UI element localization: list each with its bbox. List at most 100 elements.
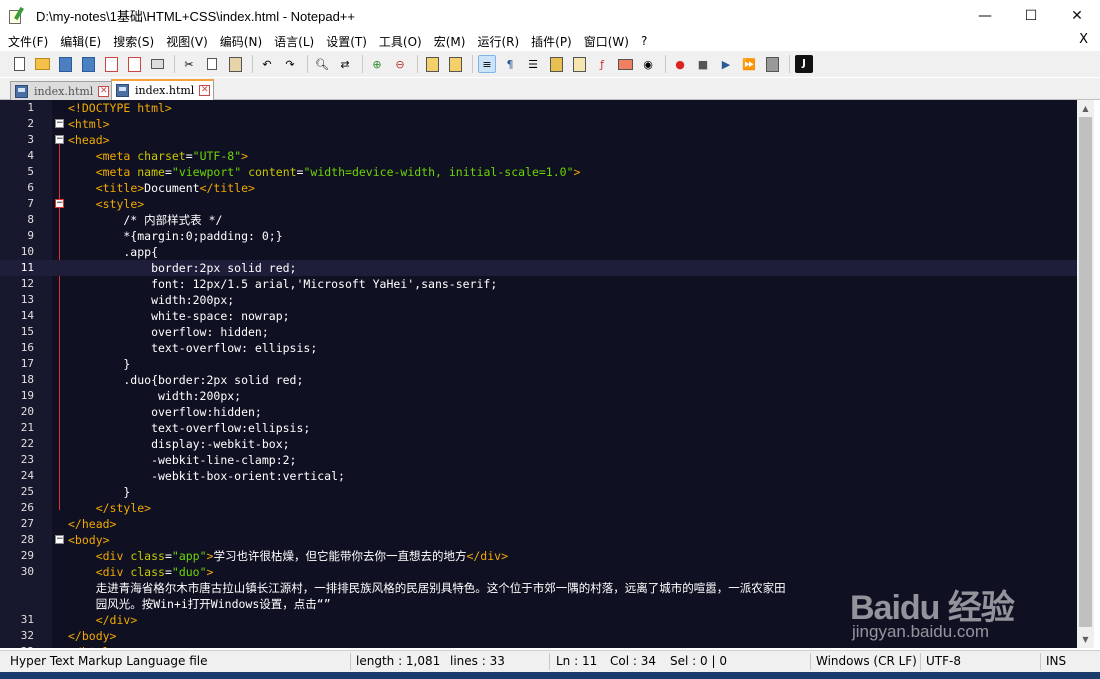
copy-icon[interactable] xyxy=(203,55,221,73)
close-button[interactable]: ✕ xyxy=(1054,0,1100,31)
undo-icon[interactable]: ↶ xyxy=(258,55,276,73)
code-line[interactable]: 31 </div> xyxy=(0,612,1077,628)
function-list-icon[interactable]: ƒ xyxy=(593,55,611,73)
code-line[interactable]: 8 /* 内部样式表 */ xyxy=(0,212,1077,228)
code-line[interactable]: 22 display:-webkit-box; xyxy=(0,436,1077,452)
play-macro-icon[interactable]: ▶ xyxy=(717,55,735,73)
code-line[interactable]: 10 .app{ xyxy=(0,244,1077,260)
code-line[interactable]: 18 .duo{border:2px solid red; xyxy=(0,372,1077,388)
monitor-icon[interactable]: ◉ xyxy=(639,55,657,73)
fold-toggle-icon[interactable]: − xyxy=(55,535,64,544)
code-line[interactable]: 26 </style> xyxy=(0,500,1077,516)
scrollbar-thumb[interactable] xyxy=(1079,117,1092,627)
menu-language[interactable]: 语言(L) xyxy=(274,33,314,50)
code-line[interactable]: 20 overflow:hidden; xyxy=(0,404,1077,420)
jslint-icon[interactable]: J xyxy=(795,55,813,73)
replace-icon[interactable]: ⇄ xyxy=(336,55,354,73)
code-line[interactable]: 32 </body> xyxy=(0,628,1077,644)
language-icon[interactable] xyxy=(547,55,565,73)
fold-toggle-icon[interactable]: − xyxy=(55,199,64,208)
record-macro-icon[interactable]: ● xyxy=(671,55,689,73)
close-file-icon[interactable] xyxy=(102,55,120,73)
code-line[interactable]: 6 <title>Document</title> xyxy=(0,180,1077,196)
code-line[interactable]: 30 <div class="duo"> xyxy=(0,564,1077,580)
fold-toggle-icon[interactable]: − xyxy=(55,135,64,144)
code-line[interactable]: 3 <head> xyxy=(0,132,1077,148)
fold-toggle-icon[interactable]: − xyxy=(55,119,64,128)
find-icon[interactable]: 🔍︎ xyxy=(313,55,331,73)
folder-workspace-icon[interactable] xyxy=(616,55,634,73)
menu-settings[interactable]: 设置(T) xyxy=(326,33,367,50)
code-line[interactable]: 9 *{margin:0;padding: 0;} xyxy=(0,228,1077,244)
code-line[interactable]: 19 width:200px; xyxy=(0,388,1077,404)
stop-macro-icon[interactable]: ■ xyxy=(694,55,712,73)
status-eol[interactable]: Windows (CR LF) xyxy=(816,654,917,668)
menu-run[interactable]: 运行(R) xyxy=(477,33,519,50)
save-all-icon[interactable] xyxy=(79,55,97,73)
redo-icon[interactable]: ↷ xyxy=(281,55,299,73)
scroll-up-icon[interactable]: ▲ xyxy=(1077,100,1094,117)
open-file-icon[interactable] xyxy=(33,55,51,73)
code-line[interactable]: 24 -webkit-box-orient:vertical; xyxy=(0,468,1077,484)
code-line[interactable]: 7 <style> xyxy=(0,196,1077,212)
code-line[interactable]: 13 width:200px; xyxy=(0,292,1077,308)
menu-help[interactable]: ? xyxy=(641,34,647,48)
tab-close-icon[interactable]: ✕ xyxy=(98,85,110,97)
code-line[interactable]: 25 } xyxy=(0,484,1077,500)
tab-close-icon[interactable]: ✕ xyxy=(199,85,211,96)
status-insert-mode[interactable]: INS xyxy=(1046,654,1066,668)
code-line[interactable]: 28 <body> xyxy=(0,532,1077,548)
run-macro-multiple-icon[interactable]: ⏩ xyxy=(740,55,758,73)
menu-macro[interactable]: 宏(M) xyxy=(434,33,466,50)
code-line[interactable]: 16 text-overflow: ellipsis; xyxy=(0,340,1077,356)
status-encoding[interactable]: UTF-8 xyxy=(926,654,961,668)
code-line[interactable]: 14 white-space: nowrap; xyxy=(0,308,1077,324)
code-line[interactable]: 2 <html> xyxy=(0,116,1077,132)
code-line[interactable]: 4 <meta charset="UTF-8"> xyxy=(0,148,1077,164)
zoom-out-icon[interactable]: ⊖ xyxy=(391,55,409,73)
code-line[interactable]: 15 overflow: hidden; xyxy=(0,324,1077,340)
doc-map-icon[interactable] xyxy=(570,55,588,73)
menu-window[interactable]: 窗口(W) xyxy=(584,33,629,50)
code-line[interactable]: 1 <!DOCTYPE html> xyxy=(0,100,1077,116)
scroll-down-icon[interactable]: ▼ xyxy=(1077,631,1094,648)
sync-horizontal-icon[interactable] xyxy=(446,55,464,73)
code-line[interactable]: 33 </html> xyxy=(0,644,1077,648)
code-line[interactable]: 23 -webkit-line-clamp:2; xyxy=(0,452,1077,468)
paste-icon[interactable] xyxy=(226,55,244,73)
close-document-button[interactable]: X xyxy=(1079,32,1088,47)
word-wrap-icon[interactable]: ≡ xyxy=(478,55,496,73)
save-icon[interactable] xyxy=(56,55,74,73)
close-all-icon[interactable] xyxy=(125,55,143,73)
sync-vertical-icon[interactable] xyxy=(423,55,441,73)
code-line[interactable]: 29 <div class="app">学习也许很枯燥，但它能带你去你一直想去的… xyxy=(0,548,1077,564)
print-icon[interactable] xyxy=(148,55,166,73)
code-line[interactable]: 11 border:2px solid red; xyxy=(0,260,1077,276)
menu-edit[interactable]: 编辑(E) xyxy=(60,33,101,50)
show-all-chars-icon[interactable]: ¶ xyxy=(501,55,519,73)
cut-icon[interactable]: ✂ xyxy=(180,55,198,73)
code-line[interactable]: 走进青海省格尔木市唐古拉山镇长江源村，一排排民族风格的民居别具特色。这个位于市郊… xyxy=(0,580,1077,596)
menu-plugins[interactable]: 插件(P) xyxy=(531,33,572,50)
code-line[interactable]: 27 </head> xyxy=(0,516,1077,532)
menu-search[interactable]: 搜索(S) xyxy=(113,33,154,50)
menu-tools[interactable]: 工具(O) xyxy=(379,33,422,50)
code-line[interactable]: 12 font: 12px/1.5 arial,'Microsoft YaHei… xyxy=(0,276,1077,292)
tab-index-html-1[interactable]: index.html ✕ xyxy=(10,81,114,100)
code-line[interactable]: 21 text-overflow:ellipsis; xyxy=(0,420,1077,436)
save-macro-icon[interactable] xyxy=(763,55,781,73)
tab-index-html-2[interactable]: index.html ✕ xyxy=(111,79,215,100)
maximize-button[interactable]: ☐ xyxy=(1008,0,1054,31)
indent-guide-icon[interactable]: ☰ xyxy=(524,55,542,73)
menu-file[interactable]: 文件(F) xyxy=(8,33,48,50)
code-line[interactable]: 园风光。按Win+i打开Windows设置，点击“” xyxy=(0,596,1077,612)
vertical-scrollbar[interactable]: ▲ ▼ xyxy=(1077,100,1094,648)
menu-view[interactable]: 视图(V) xyxy=(166,33,208,50)
new-file-icon[interactable] xyxy=(10,55,28,73)
minimize-button[interactable]: — xyxy=(962,0,1008,31)
code-line[interactable]: 5 <meta name="viewport" content="width=d… xyxy=(0,164,1077,180)
code-line[interactable]: 17 } xyxy=(0,356,1077,372)
menu-encoding[interactable]: 编码(N) xyxy=(220,33,262,50)
code-editor[interactable]: 1 <!DOCTYPE html> 2 <html> −3 <head> −4 <meta … xyxy=(0,100,1077,648)
zoom-in-icon[interactable]: ⊕ xyxy=(368,55,386,73)
